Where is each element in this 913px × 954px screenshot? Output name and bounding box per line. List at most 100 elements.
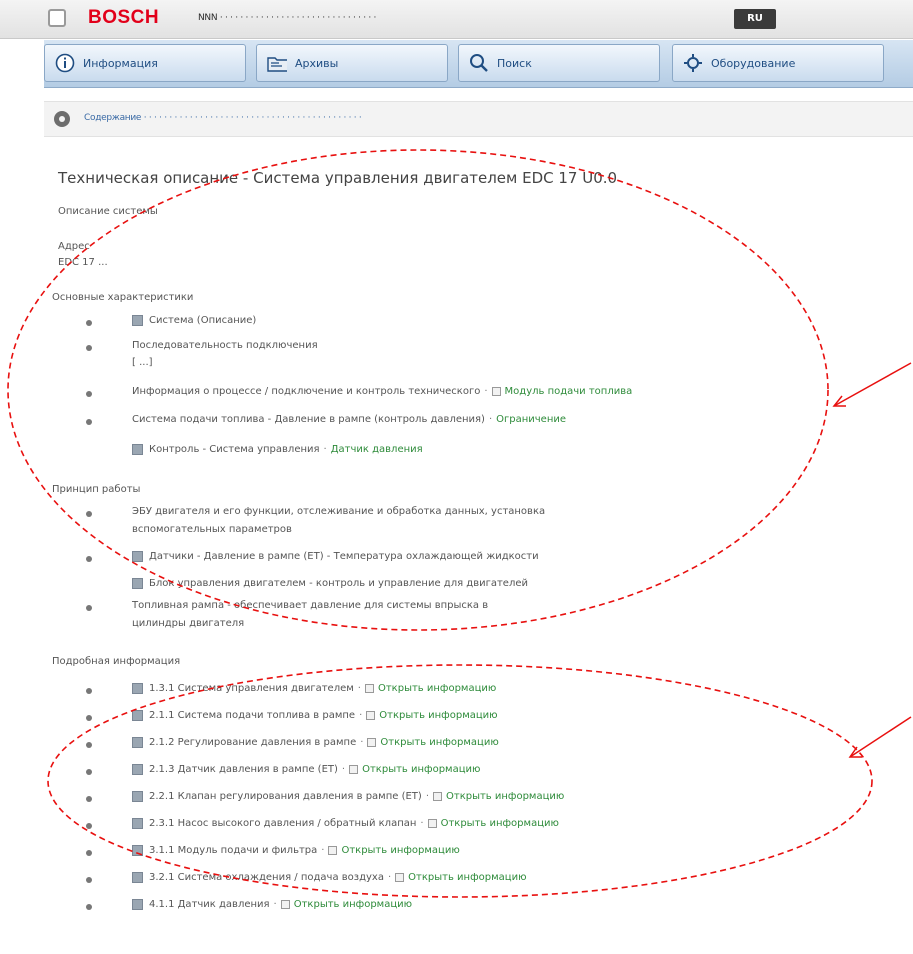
list-item[interactable]: 2.1.3 Датчик давления в рампе (ЕТ) · Откры…: [132, 764, 480, 776]
brand-logo: BOSCH: [88, 7, 160, 28]
list-item[interactable]: 2.1.1 Система подачи топлива в рампе · Отк…: [132, 710, 498, 722]
document-icon: [132, 791, 143, 802]
item-link[interactable]: Открыть информацию: [362, 764, 480, 775]
item-link[interactable]: Открыть информацию: [379, 710, 497, 721]
list-item[interactable]: 2.2.1 Клапан регулирования давления в ра…: [132, 791, 564, 803]
tab-info[interactable]: Информация: [44, 44, 246, 82]
info-icon: [427, 819, 437, 828]
document-icon: [132, 710, 143, 721]
title-breadcrumb: NNN · · · · · · · · · · · · · · · · · · …: [198, 13, 377, 23]
list-bullet: [86, 391, 92, 397]
list-bullet: [86, 419, 92, 425]
field-value: EDC 17 ...: [58, 257, 108, 268]
tab-equipment[interactable]: Оборудование: [672, 44, 884, 82]
breadcrumb-path[interactable]: Содержание · · · · · · · · · · · · · · ·…: [84, 113, 904, 126]
list-bullet: [86, 850, 92, 856]
title-bar: BOSCH NNN · · · · · · · · · · · · · · · …: [0, 0, 913, 39]
tab-equipment-label: Оборудование: [711, 56, 796, 70]
document-icon: [132, 551, 143, 562]
item-title: 4.1.1 Датчик давления: [149, 899, 270, 910]
list-item[interactable]: 2.1.2 Регулирование давления в рампе · Отк…: [132, 737, 499, 749]
item-title: 2.1.2 Регулирование давления в рампе: [149, 737, 357, 748]
annotation-overlay: [7, 149, 912, 898]
item-title: 3.1.1 Модуль подачи и фильтра: [149, 845, 318, 856]
list-item: [ ...]: [132, 357, 153, 368]
list-bullet: [86, 742, 92, 748]
document-icon: [132, 578, 143, 589]
annotation-arrow-bottom: [848, 716, 912, 758]
field-label: Адрес: [58, 241, 90, 252]
tab-search-label: Поиск: [497, 56, 532, 70]
list-item: Блок управления двигателем - контроль и …: [132, 578, 528, 590]
folder-icon: [267, 53, 287, 73]
document-icon: [132, 764, 143, 775]
item-link[interactable]: Открыть информацию: [446, 791, 564, 802]
item-link[interactable]: Открыть информацию: [380, 737, 498, 748]
info-icon: [366, 711, 376, 720]
list-item[interactable]: 1.3.1 Система управления двигателем · Откр…: [132, 683, 496, 695]
list-item[interactable]: Контроль - Система управления · Датчик дав…: [132, 444, 423, 456]
section-heading-2: Принцип работы: [52, 484, 141, 495]
list-bullet: [86, 688, 92, 694]
list-item[interactable]: 3.2.1 Система охлаждения / подача воздух…: [132, 872, 526, 884]
list-bullet: [86, 320, 92, 326]
list-item: Топливная рампа - обеспечивает давление …: [132, 600, 489, 611]
info-icon: [328, 846, 338, 855]
document-icon: [132, 872, 143, 883]
item-link[interactable]: Открыть информацию: [341, 845, 459, 856]
list-item[interactable]: 2.3.1 Насос высокого давления / обратный…: [132, 818, 559, 830]
document-icon: [491, 387, 501, 396]
gear-icon[interactable]: [52, 109, 72, 129]
list-item: ЭБУ двигателя и его функции, отслеживани…: [132, 506, 546, 517]
app-icon: [48, 9, 66, 27]
item-title: 2.1.3 Датчик давления в рампе (ЕТ): [149, 764, 338, 775]
item-title: 2.2.1 Клапан регулирования давления в ра…: [149, 791, 422, 802]
list-item[interactable]: Система подачи топлива - Давление в рамп…: [132, 414, 566, 426]
tab-search[interactable]: Поиск: [458, 44, 660, 82]
search-icon: [469, 53, 489, 73]
list-bullet: [86, 345, 92, 351]
list-item[interactable]: 3.1.1 Модуль подачи и фильтра · Открыть ин…: [132, 845, 460, 857]
list-bullet: [86, 904, 92, 910]
item-link[interactable]: Открыть информацию: [378, 683, 496, 694]
tab-archives-label: Архивы: [295, 56, 339, 70]
info-icon: [364, 684, 374, 693]
tab-archives[interactable]: Архивы: [256, 44, 448, 82]
item-link[interactable]: Модуль подачи топлива: [505, 386, 633, 397]
item-title: 1.3.1 Система управления двигателем: [149, 683, 354, 694]
info-icon: [367, 738, 377, 747]
document-icon: [132, 683, 143, 694]
list-item[interactable]: 4.1.1 Датчик давления · Открыть информацию: [132, 899, 412, 911]
list-bullet: [86, 769, 92, 775]
document-icon: [132, 845, 143, 856]
list-item: Последовательность подключения: [132, 340, 318, 351]
tab-info-label: Информация: [83, 56, 158, 70]
annotation-arrow-top: [832, 362, 912, 407]
info-icon: [280, 900, 290, 909]
list-item[interactable]: Информация о процессе / подключение и ко…: [132, 386, 632, 398]
item-link[interactable]: Открыть информацию: [441, 818, 559, 829]
list-item: Система (Описание): [132, 315, 256, 327]
item-link[interactable]: Открыть информацию: [408, 872, 526, 883]
item-link[interactable]: Ограничение: [496, 414, 566, 425]
list-bullet: [86, 796, 92, 802]
list-bullet: [86, 715, 92, 721]
list-item: вспомогательных параметров: [132, 524, 292, 535]
section-heading-3: Подробная информация: [52, 656, 181, 667]
item-link[interactable]: Датчик давления: [331, 444, 423, 455]
info-icon: [55, 53, 75, 73]
document-icon: [132, 737, 143, 748]
item-link[interactable]: Открыть информацию: [294, 899, 412, 910]
page-title: Техническая описание - Система управлени…: [58, 169, 618, 187]
list-item: цилиндры двигателя: [132, 618, 245, 629]
language-button[interactable]: RU: [734, 9, 776, 29]
document-icon: [132, 899, 143, 910]
annotation-ellipse-bottom: [47, 664, 873, 898]
list-bullet: [86, 605, 92, 611]
list-bullet: [86, 556, 92, 562]
tab-bar: Информация Архивы Поиск Оборудование: [44, 40, 913, 88]
info-icon: [395, 873, 405, 882]
document-icon: [132, 444, 143, 455]
item-title: 2.1.1 Система подачи топлива в рампе: [149, 710, 356, 721]
item-title: 3.2.1 Система охлаждения / подача воздух…: [149, 872, 384, 883]
